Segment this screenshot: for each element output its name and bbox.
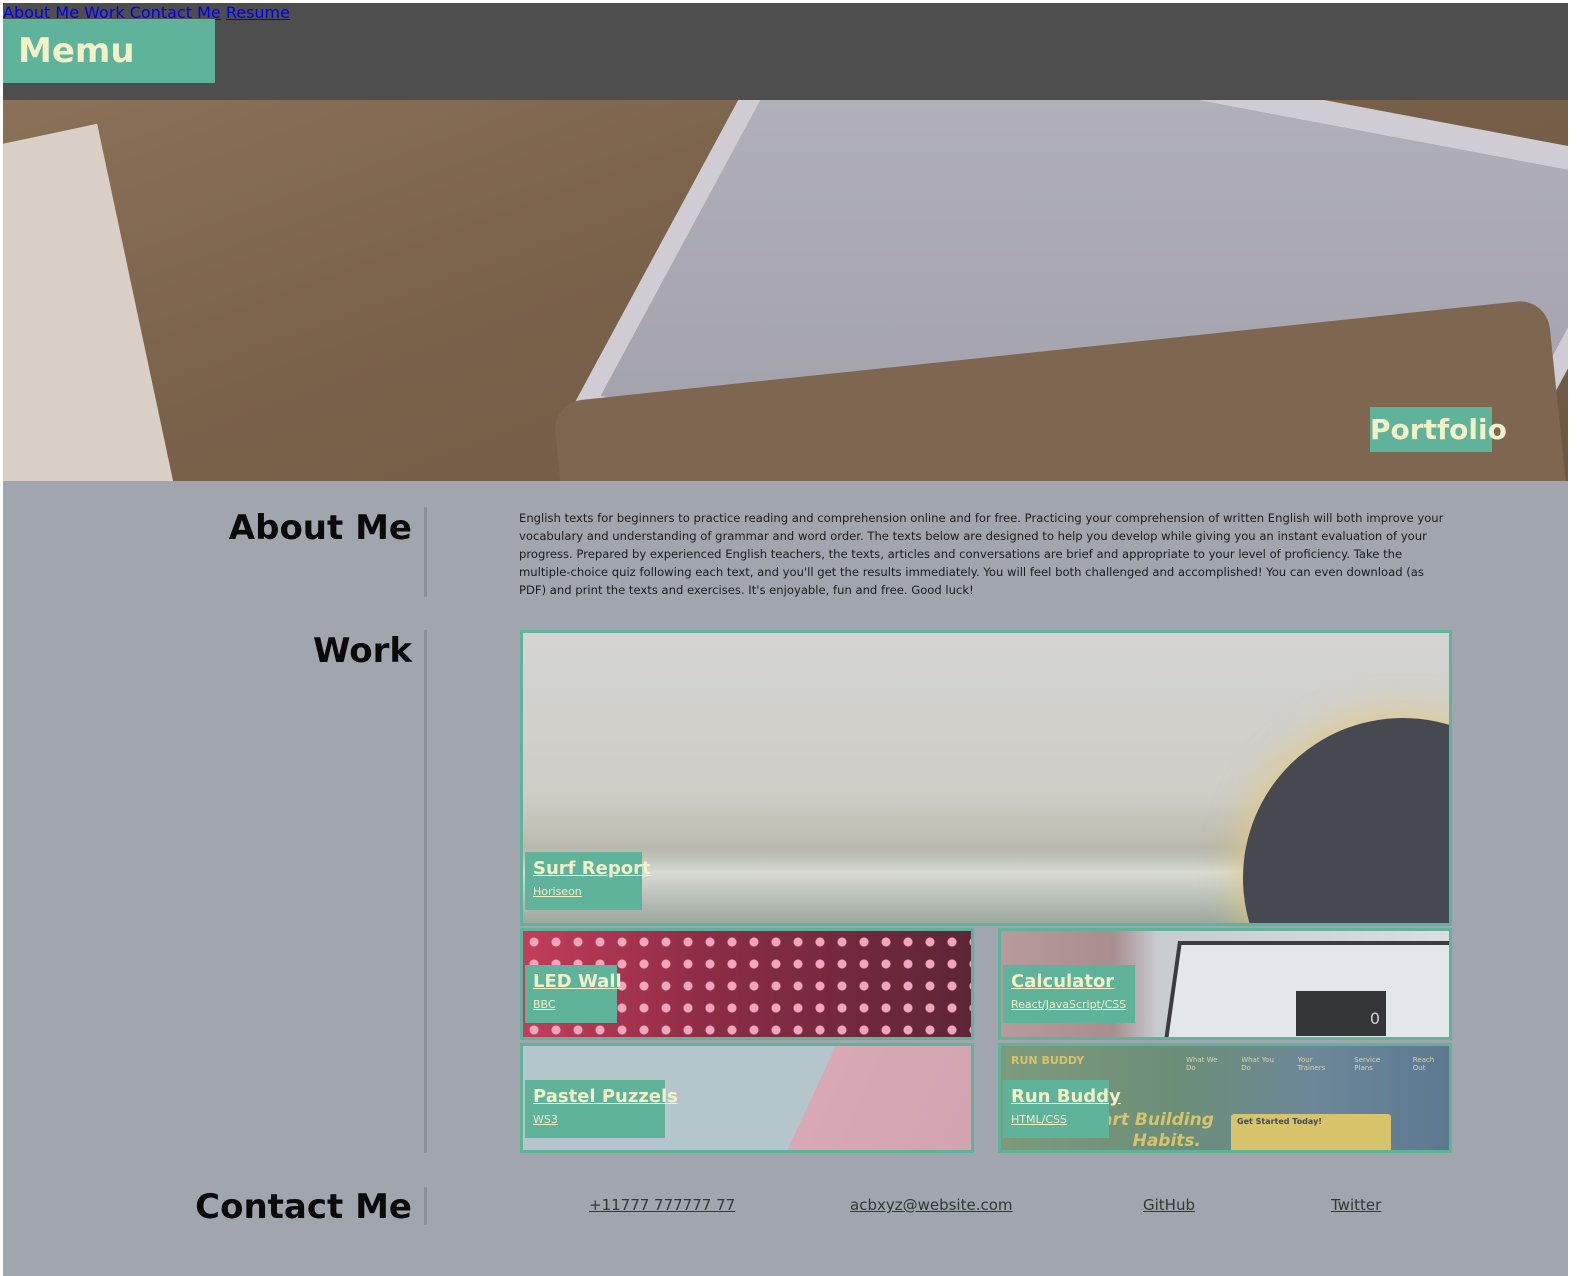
hero-banner: Portfolio [3,100,1568,481]
contact-divider [424,1187,427,1225]
project-title-pastel-puzzels[interactable]: Pastel Puzzels [533,1086,678,1107]
about-text: English texts for beginners to practice … [519,511,1444,597]
run-buddy-nav-item: What You Do [1241,1056,1274,1072]
run-buddy-headline-line-1: art Building [1101,1110,1214,1130]
run-buddy-headline: art Building Habits. [1101,1110,1214,1151]
project-subtitle-pastel-puzzels[interactable]: WS3 [533,1113,657,1126]
page: Memu Raja About Me Work Contact Me Resum… [3,3,1568,1276]
project-subtitle-led-wall[interactable]: BBC [533,998,609,1011]
work-title: Work [312,631,412,671]
project-label-calculator: Calculator React/JavaScript/CSS [1003,965,1135,1023]
project-card-calculator[interactable]: 0 Calculator React/JavaScript/CSS [998,928,1452,1040]
project-label-run-buddy: Run Buddy HTML/CSS [1003,1080,1121,1138]
contact-github-link[interactable]: GitHub [1143,1196,1195,1214]
silhouette-shape [1243,718,1449,923]
contact-phone-link[interactable]: +11777 777777 77 [589,1196,735,1214]
about-title: About Me [228,508,412,548]
run-buddy-nav-item: Your Trainers [1297,1056,1326,1072]
project-subtitle-calculator[interactable]: React/JavaScript/CSS [1011,998,1127,1011]
contact-email-link[interactable]: acbxyz@website.com [850,1196,1013,1214]
project-label-pastel-puzzels: Pastel Puzzels WS3 [525,1080,678,1138]
project-subtitle-run-buddy[interactable]: HTML/CSS [1011,1113,1101,1126]
run-buddy-nav-item: What We Do [1186,1056,1218,1072]
contact-title: Contact Me [195,1187,412,1227]
site-logo[interactable]: Memu Raja [3,19,215,135]
hero-paper-shape [3,123,185,481]
contact-twitter-link[interactable]: Twitter [1331,1196,1381,1214]
run-buddy-cta-box: Get Started Today! [1231,1114,1391,1150]
run-buddy-headline-line-2: Habits. [1132,1131,1201,1151]
project-label-led-wall: LED Wall BBC [525,965,622,1023]
run-buddy-nav-item: Service Plans [1354,1056,1381,1072]
run-buddy-cta: Get Started Today! [1237,1117,1322,1126]
run-buddy-nav-item: Reach Out [1412,1056,1435,1072]
calculator-display: 0 [1296,991,1386,1036]
work-divider [424,630,427,1153]
project-label-surf-report: Surf Report Horiseon [525,852,651,910]
nav-link-resume[interactable]: Resume [226,3,290,22]
project-card-pastel-puzzels[interactable]: Pastel Puzzels WS3 [520,1043,974,1153]
run-buddy-nav: What We Do What You Do Your Trainers Ser… [1186,1056,1449,1072]
project-card-run-buddy[interactable]: RUN BUDDY What We Do What You Do Your Tr… [998,1043,1452,1153]
project-card-surf-report[interactable]: Surf Report Horiseon [520,630,1452,926]
project-title-led-wall[interactable]: LED Wall [533,971,622,992]
portfolio-badge: Portfolio [1370,407,1507,452]
main-nav: About Me Work Contact Me Resume [3,3,1568,22]
project-title-run-buddy[interactable]: Run Buddy [1011,1086,1121,1107]
project-title-calculator[interactable]: Calculator [1011,971,1127,992]
site-header: Memu Raja About Me Work Contact Me Resum… [3,3,1568,135]
project-subtitle-surf-report[interactable]: Horiseon [533,885,634,898]
run-buddy-brand: RUN BUDDY [1011,1054,1085,1067]
project-title-surf-report[interactable]: Surf Report [533,858,651,879]
about-divider [424,507,427,597]
project-card-led-wall[interactable]: LED Wall BBC [520,928,974,1040]
